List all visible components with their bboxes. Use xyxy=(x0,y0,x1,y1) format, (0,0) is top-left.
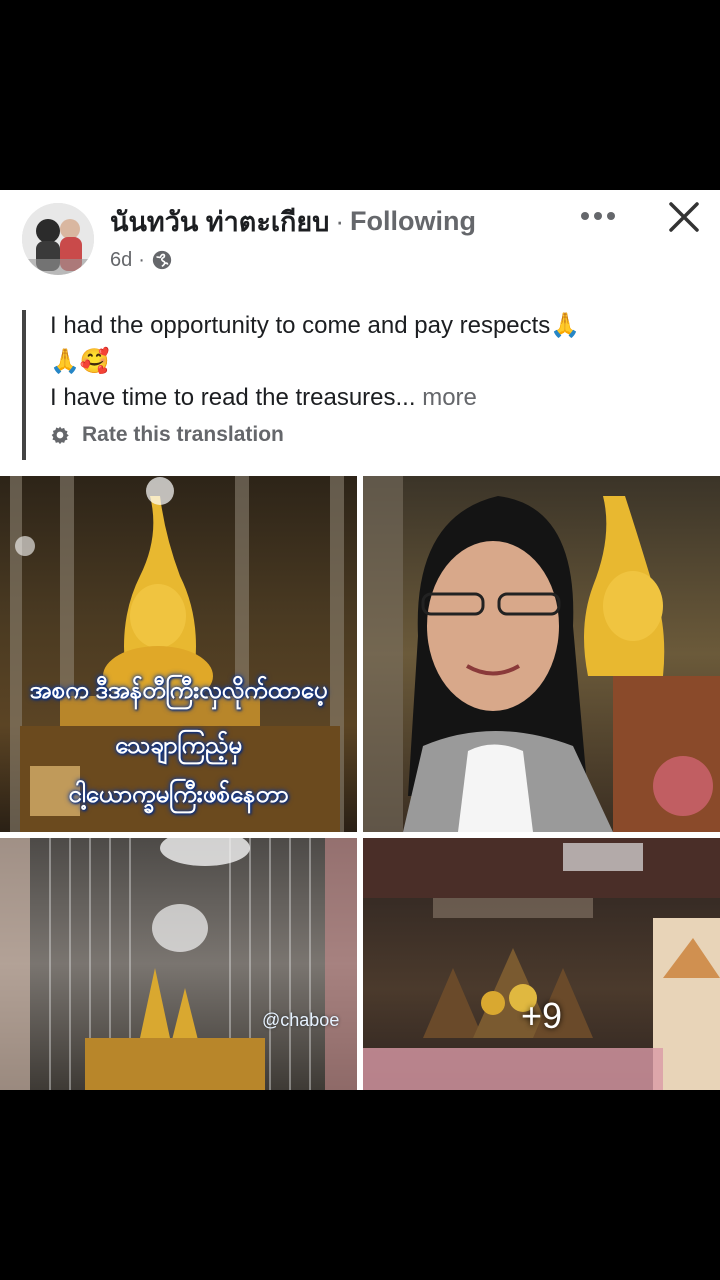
see-more-link[interactable]: more xyxy=(422,384,477,411)
rate-translation-button[interactable]: Rate this translation xyxy=(50,420,284,450)
close-button[interactable] xyxy=(664,197,704,237)
post-text: I had the opportunity to come and pay re… xyxy=(50,308,690,416)
following-button[interactable]: Following xyxy=(350,206,476,237)
close-icon xyxy=(669,202,699,232)
quote-bar xyxy=(22,310,26,460)
hall-interior-image xyxy=(363,838,720,1090)
rate-translation-label: Rate this translation xyxy=(82,423,284,446)
author-avatar[interactable] xyxy=(22,203,94,275)
author-row: นันทวัน ท่าตะเกียบ · Following xyxy=(110,203,476,239)
caption-overlay-line-1: အစက ဒီအန်တီကြီးလှလိုက်ထာပေ့ xyxy=(29,677,328,704)
caption-overlay-line-2: သေချာကြည့်မှ xyxy=(115,732,242,759)
more-horizontal-icon xyxy=(581,212,615,220)
more-options-button[interactable] xyxy=(578,200,618,232)
caption-overlay-line-3: ငါ့ယောက္ခမကြီးဖစ်နေတာ xyxy=(68,781,289,808)
post-meta: 6d · xyxy=(110,246,173,274)
globe-icon xyxy=(152,250,172,270)
post-text-line-3-main: I have time to read the treasures... xyxy=(50,384,416,411)
more-photos-count[interactable]: +9 xyxy=(363,995,720,1037)
post-text-line-3: I have time to read the treasures... mor… xyxy=(50,380,690,416)
bottom-black-bar xyxy=(0,1090,720,1280)
post-photo-4[interactable]: +9 xyxy=(363,838,720,1090)
post-text-line-1: I had the opportunity to come and pay re… xyxy=(50,312,581,339)
post-photo-1[interactable]: အစက ဒီအန်တီကြီးလှလိုက်ထာပေ့ သေချာကြည့်မှ… xyxy=(0,476,357,832)
post-photo-2[interactable] xyxy=(363,476,720,832)
meta-separator: · xyxy=(138,248,145,271)
post-photo-3[interactable]: @chaboe xyxy=(0,838,357,1090)
author-name[interactable]: นันทวัน ท่าตะเกียบ xyxy=(110,200,329,243)
post-text-line-2: 🙏🥰 xyxy=(50,348,110,375)
crystal-curtain-shrine-image xyxy=(0,838,357,1090)
watermark: @chaboe xyxy=(262,1010,340,1030)
author-separator: · xyxy=(335,205,345,236)
selfie-image xyxy=(363,476,720,832)
post-time[interactable]: 6d xyxy=(110,249,132,272)
top-black-bar xyxy=(0,0,720,190)
gear-icon xyxy=(51,426,69,445)
